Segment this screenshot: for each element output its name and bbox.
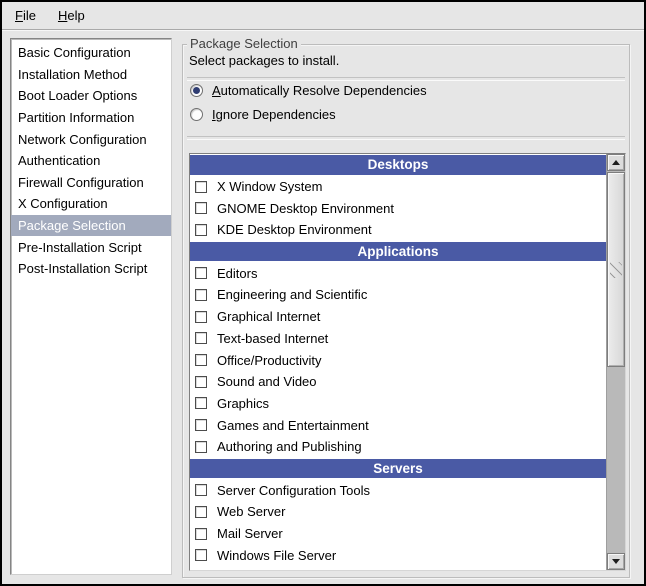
radio-ignore-dependencies[interactable]: Ignore Dependencies	[190, 106, 336, 123]
menu-help[interactable]: Help	[56, 6, 87, 25]
package-row[interactable]: Text-based Internet	[190, 328, 606, 350]
package-label: Editors	[217, 266, 257, 281]
checkbox[interactable]	[195, 528, 207, 540]
radio-auto-resolve-dependencies[interactable]: Automatically Resolve Dependencies	[190, 82, 427, 99]
package-row[interactable]: Sound and Video	[190, 371, 606, 393]
checkbox[interactable]	[195, 202, 207, 214]
checkbox[interactable]	[195, 267, 207, 279]
package-row[interactable]: Engineering and Scientific	[190, 284, 606, 306]
category-header-label: Applications	[357, 244, 438, 259]
package-row[interactable]: Graphical Internet	[190, 306, 606, 328]
frame-title: Package Selection	[187, 36, 301, 51]
package-label: Engineering and Scientific	[217, 287, 367, 302]
checkbox[interactable]	[195, 311, 207, 323]
category-header-label: Servers	[373, 461, 423, 476]
checkbox[interactable]	[195, 224, 207, 236]
package-label: Web Server	[217, 504, 285, 519]
instruction-text: Select packages to install.	[189, 53, 339, 68]
package-row[interactable]: Server Configuration Tools	[190, 479, 606, 501]
sidebar-item-partition-information[interactable]: Partition Information	[11, 107, 171, 129]
package-label: Graphical Internet	[217, 309, 320, 324]
package-label: Text-based Internet	[217, 331, 328, 346]
scroll-down-button[interactable]	[607, 553, 625, 570]
package-list-viewport: Desktops X Window System GNOME Desktop E…	[190, 154, 606, 570]
scrollbar-grip-icon	[610, 262, 622, 278]
checkbox[interactable]	[195, 354, 207, 366]
package-label: X Window System	[217, 179, 322, 194]
menu-help-label: elp	[67, 8, 84, 23]
package-row[interactable]: Office/Productivity	[190, 349, 606, 371]
package-row[interactable]: X Window System	[190, 176, 606, 198]
radio-label: Automatically Resolve Dependencies	[212, 83, 427, 98]
package-selection-frame: Package Selection Select packages to ins…	[182, 44, 630, 578]
sidebar-item-x-configuration[interactable]: X Configuration	[11, 193, 171, 215]
checkbox[interactable]	[195, 397, 207, 409]
package-row[interactable]: Authoring and Publishing	[190, 436, 606, 458]
package-row[interactable]: Games and Entertainment	[190, 414, 606, 436]
radio-label: Ignore Dependencies	[212, 107, 336, 122]
checkbox[interactable]	[195, 549, 207, 561]
package-label: Authoring and Publishing	[217, 439, 362, 454]
category-header-desktops: Desktops	[190, 154, 606, 176]
category-header-label: Desktops	[368, 157, 429, 172]
category-header-applications: Applications	[190, 241, 606, 263]
checkbox[interactable]	[195, 289, 207, 301]
menubar: File Help	[2, 2, 644, 30]
package-row-partial[interactable]	[190, 566, 606, 570]
package-row[interactable]: Graphics	[190, 393, 606, 415]
sidebar-item-boot-loader-options[interactable]: Boot Loader Options	[11, 85, 171, 107]
package-label: Graphics	[217, 396, 269, 411]
sidebar-item-package-selection[interactable]: Package Selection	[11, 215, 171, 237]
checkbox[interactable]	[195, 441, 207, 453]
package-row[interactable]: Windows File Server	[190, 544, 606, 566]
package-row[interactable]: KDE Desktop Environment	[190, 219, 606, 241]
menu-file-mnemonic: F	[15, 8, 23, 23]
scroll-down-icon	[612, 559, 620, 564]
menu-help-mnemonic: H	[58, 8, 67, 23]
package-row[interactable]: Mail Server	[190, 523, 606, 545]
package-listbox: Desktops X Window System GNOME Desktop E…	[189, 153, 626, 571]
package-label: Server Configuration Tools	[217, 483, 370, 498]
category-header-servers: Servers	[190, 458, 606, 480]
sidebar-item-post-installation-script[interactable]: Post-Installation Script	[11, 258, 171, 280]
radio-button-icon[interactable]	[190, 84, 203, 97]
scroll-up-icon	[612, 160, 620, 165]
checkbox[interactable]	[195, 484, 207, 496]
package-row[interactable]: GNOME Desktop Environment	[190, 197, 606, 219]
kickstart-configurator-window: File Help Basic Configuration Installati…	[0, 0, 646, 586]
package-label: Office/Productivity	[217, 353, 322, 368]
sidebar-item-installation-method[interactable]: Installation Method	[11, 64, 171, 86]
scrollbar-thumb[interactable]	[607, 172, 625, 367]
scroll-up-button[interactable]	[607, 154, 625, 171]
package-label: GNOME Desktop Environment	[217, 201, 394, 216]
sidebar-item-firewall-configuration[interactable]: Firewall Configuration	[11, 172, 171, 194]
menu-file[interactable]: File	[13, 6, 38, 25]
package-label: KDE Desktop Environment	[217, 222, 372, 237]
sidebar-item-network-configuration[interactable]: Network Configuration	[11, 128, 171, 150]
checkbox[interactable]	[195, 181, 207, 193]
config-section-list: Basic Configuration Installation Method …	[10, 38, 172, 575]
separator	[187, 77, 625, 81]
checkbox[interactable]	[195, 419, 207, 431]
checkbox[interactable]	[195, 376, 207, 388]
sidebar-item-authentication[interactable]: Authentication	[11, 150, 171, 172]
package-label: Games and Entertainment	[217, 418, 369, 433]
vertical-scrollbar[interactable]	[606, 154, 625, 570]
radio-button-icon[interactable]	[190, 108, 203, 121]
radio-label-rest: gnore Dependencies	[216, 107, 336, 122]
sidebar-item-basic-configuration[interactable]: Basic Configuration	[11, 42, 171, 64]
radio-mnemonic: A	[212, 83, 221, 98]
menu-file-label: ile	[23, 8, 36, 23]
checkbox[interactable]	[195, 332, 207, 344]
separator	[187, 136, 625, 140]
sidebar-item-pre-installation-script[interactable]: Pre-Installation Script	[11, 236, 171, 258]
radio-label-rest: utomatically Resolve Dependencies	[221, 83, 427, 98]
package-row[interactable]: Editors	[190, 262, 606, 284]
package-label: Windows File Server	[217, 548, 336, 563]
package-row[interactable]: Web Server	[190, 501, 606, 523]
package-label: Sound and Video	[217, 374, 317, 389]
package-label: Mail Server	[217, 526, 283, 541]
checkbox[interactable]	[195, 506, 207, 518]
